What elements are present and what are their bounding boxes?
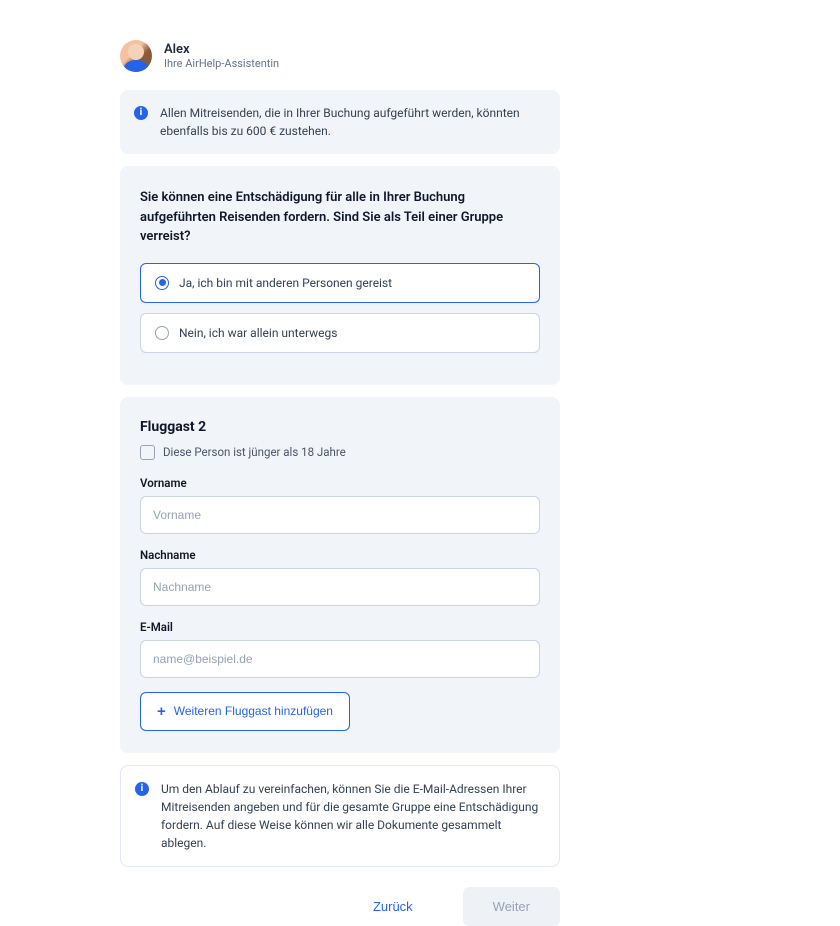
add-passenger-label: Weiteren Fluggast hinzufügen xyxy=(174,704,333,718)
info-text-bottom: Um den Ablauf zu vereinfachen, können Si… xyxy=(161,782,538,850)
lastname-label: Nachname xyxy=(140,548,540,562)
info-card-bottom: i Um den Ablauf zu vereinfachen, können … xyxy=(120,765,560,867)
back-button[interactable]: Zurück xyxy=(353,889,433,924)
plus-icon: + xyxy=(157,704,166,719)
assistant-name: Alex xyxy=(164,42,279,57)
minor-checkbox-label: Diese Person ist jünger als 18 Jahre xyxy=(163,445,346,459)
info-icon: i xyxy=(135,782,149,796)
assistant-subtitle: Ihre AirHelp-Assistentin xyxy=(164,57,279,70)
radio-option-no[interactable]: Nein, ich war allein unterwegs xyxy=(140,313,540,353)
lastname-input[interactable] xyxy=(140,568,540,606)
email-label: E-Mail xyxy=(140,620,540,634)
assistant-header: Alex Ihre AirHelp-Assistentin xyxy=(120,40,560,72)
checkbox-icon xyxy=(140,445,155,460)
add-passenger-button[interactable]: + Weiteren Fluggast hinzufügen xyxy=(140,692,350,731)
footer-buttons: Zurück Weiter xyxy=(120,887,560,926)
group-question: Sie können eine Entschädigung für alle i… xyxy=(140,188,540,247)
minor-checkbox-row[interactable]: Diese Person ist jünger als 18 Jahre xyxy=(140,445,540,460)
group-question-section: Sie können eine Entschädigung für alle i… xyxy=(120,166,560,385)
passenger-section: Fluggast 2 Diese Person ist jünger als 1… xyxy=(120,397,560,753)
info-icon: i xyxy=(134,106,148,120)
radio-label-no: Nein, ich war allein unterwegs xyxy=(179,326,337,340)
next-button[interactable]: Weiter xyxy=(463,887,560,926)
radio-icon xyxy=(155,276,169,290)
radio-label-yes: Ja, ich bin mit anderen Personen gereist xyxy=(179,276,392,290)
radio-icon xyxy=(155,326,169,340)
email-input[interactable] xyxy=(140,640,540,678)
firstname-input[interactable] xyxy=(140,496,540,534)
info-text-top: Allen Mitreisenden, die in Ihrer Buchung… xyxy=(160,106,520,138)
firstname-label: Vorname xyxy=(140,476,540,490)
passenger-title: Fluggast 2 xyxy=(140,419,540,435)
radio-option-yes[interactable]: Ja, ich bin mit anderen Personen gereist xyxy=(140,263,540,303)
assistant-avatar xyxy=(120,40,152,72)
info-card-top: i Allen Mitreisenden, die in Ihrer Buchu… xyxy=(120,90,560,154)
